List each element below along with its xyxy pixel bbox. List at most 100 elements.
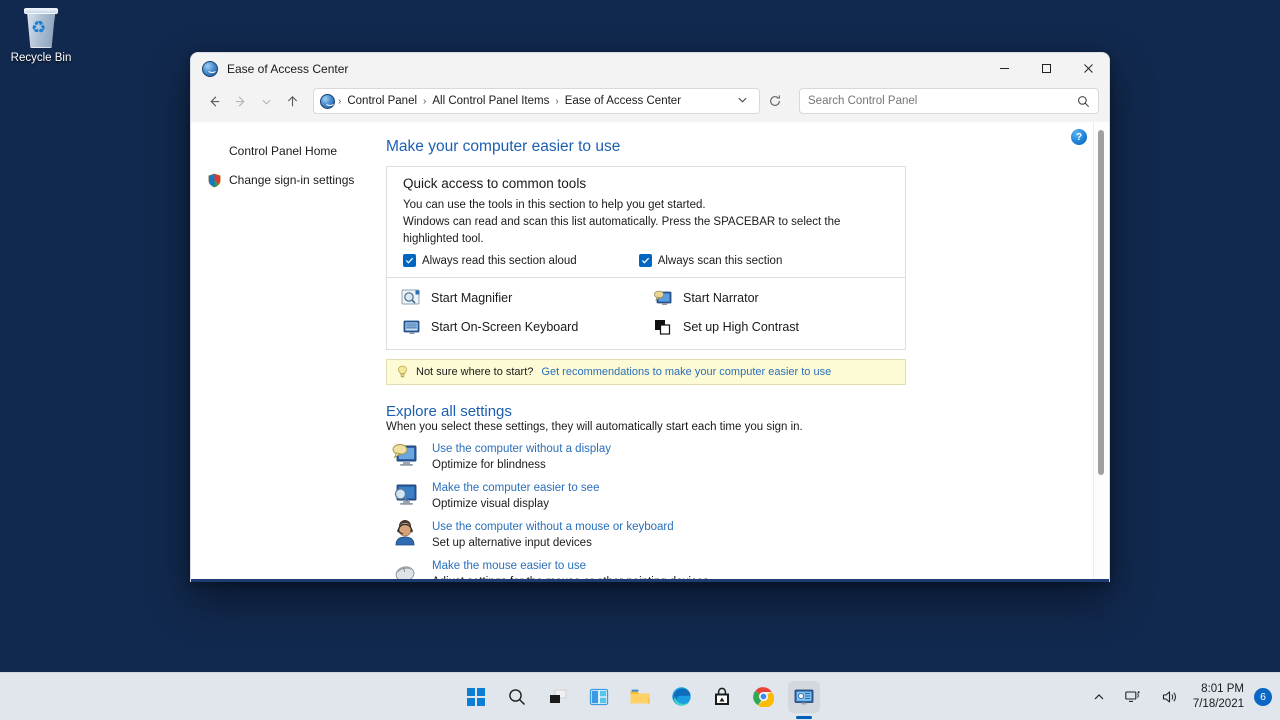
checkmark-icon	[639, 254, 652, 267]
volume-icon[interactable]	[1157, 686, 1183, 708]
task-view-icon[interactable]	[542, 681, 574, 713]
magnifier-icon	[401, 289, 422, 308]
setting-title[interactable]: Use the computer without a display	[432, 441, 611, 457]
shield-icon	[207, 173, 222, 188]
tool-start-narrator[interactable]: Start Narrator	[653, 286, 905, 310]
tool-start-on-screen-keyboard[interactable]: Start On-Screen Keyboard	[401, 315, 653, 339]
lightbulb-icon	[397, 365, 408, 379]
breadcrumb-item-ease-of-access-center[interactable]: Ease of Access Center	[562, 95, 684, 107]
vertical-scrollbar[interactable]	[1093, 122, 1107, 582]
google-chrome-icon[interactable]	[747, 681, 779, 713]
display-speech-icon	[390, 441, 420, 471]
show-hidden-icons-chevron-up-icon[interactable]	[1088, 687, 1110, 707]
start-button[interactable]	[460, 681, 492, 713]
quick-access-tools: Start Magnifier	[387, 278, 905, 349]
up-arrow-icon[interactable]	[279, 88, 305, 114]
sidebar-item-label: Control Panel Home	[229, 144, 337, 158]
desktop: ♻ Recycle Bin Ease of Access Center	[0, 0, 1280, 720]
setting-title[interactable]: Make the computer easier to see	[432, 480, 599, 496]
address-bar-row: › Control Panel › All Control Panel Item…	[191, 84, 1109, 122]
breadcrumb-separator: ›	[335, 96, 344, 107]
file-explorer-icon[interactable]	[624, 681, 656, 713]
scrollbar-thumb[interactable]	[1098, 130, 1104, 475]
sidebar-item-control-panel-home[interactable]: Control Panel Home	[203, 140, 386, 162]
ease-of-access-window: Ease of Access Center	[190, 52, 1110, 582]
search-box[interactable]	[799, 88, 1099, 114]
close-icon[interactable]	[1067, 53, 1109, 84]
tool-label: Start Magnifier	[431, 291, 512, 305]
setting-description: Adjust settings for the mouse or other p…	[432, 574, 709, 582]
recent-locations-chevron-down-icon[interactable]	[253, 88, 279, 114]
widgets-icon[interactable]	[583, 681, 615, 713]
clock-time: 8:01 PM	[1193, 682, 1244, 697]
refresh-icon[interactable]	[762, 88, 788, 114]
window-titlebar[interactable]: Ease of Access Center	[191, 53, 1109, 84]
search-input[interactable]	[808, 95, 1077, 107]
checkmark-icon	[403, 254, 416, 267]
quick-access-panel: Quick access to common tools You can use…	[386, 166, 906, 350]
window-controls	[983, 53, 1109, 84]
sidebar-item-change-sign-in-settings[interactable]: Change sign-in settings	[203, 169, 386, 191]
breadcrumb-chevron-down-icon[interactable]	[730, 94, 755, 108]
ease-of-access-icon	[202, 61, 218, 77]
tool-start-magnifier[interactable]: Start Magnifier	[401, 286, 653, 310]
mouse-icon	[390, 558, 420, 582]
help-icon[interactable]: ?	[1071, 129, 1087, 145]
tool-label: Start Narrator	[683, 291, 759, 305]
tip-text: Not sure where to start?	[416, 366, 533, 378]
network-icon[interactable]	[1120, 686, 1147, 708]
checkbox-always-scan-section[interactable]: Always scan this section	[639, 254, 783, 267]
sidebar: Control Panel Home Change sign-in settin…	[191, 122, 386, 582]
tip-link[interactable]: Get recommendations to make your compute…	[541, 366, 831, 378]
setting-title[interactable]: Use the computer without a mouse or keyb…	[432, 519, 674, 535]
quick-access-checkbox-row: Always read this section aloud Always sc…	[403, 254, 889, 267]
search-taskbar-icon[interactable]	[501, 681, 533, 713]
setting-title[interactable]: Make the mouse easier to use	[432, 558, 709, 574]
clock[interactable]: 8:01 PM 7/18/2021	[1193, 682, 1244, 712]
control-panel-taskbar-icon[interactable]	[788, 681, 820, 713]
forward-arrow-icon[interactable]	[227, 88, 253, 114]
desktop-icon-recycle-bin[interactable]: ♻ Recycle Bin	[6, 6, 76, 65]
recycle-bin-icon: ♻	[18, 6, 64, 50]
main-content: ? Make your computer easier to use Quick…	[386, 122, 1109, 582]
breadcrumb-item-all-control-panel-items[interactable]: All Control Panel Items	[429, 95, 552, 107]
breadcrumb-separator: ›	[420, 96, 429, 107]
setting-use-computer-without-mouse-or-keyboard[interactable]: Use the computer without a mouse or keyb…	[386, 519, 1087, 552]
explore-subtitle: When you select these settings, they wil…	[386, 421, 1087, 433]
page-title: Make your computer easier to use	[386, 138, 1087, 156]
microsoft-store-icon[interactable]	[706, 681, 738, 713]
tool-set-up-high-contrast[interactable]: Set up High Contrast	[653, 315, 905, 339]
onscreen-keyboard-icon	[401, 318, 422, 337]
quick-access-line-2: Windows can read and scan this list auto…	[403, 214, 889, 248]
explore-heading: Explore all settings	[386, 403, 1087, 420]
setting-make-mouse-easier-to-use[interactable]: Make the mouse easier to use Adjust sett…	[386, 558, 1087, 582]
checkbox-label: Always read this section aloud	[422, 255, 577, 267]
notification-badge[interactable]: 6	[1254, 688, 1272, 706]
maximize-icon[interactable]	[1025, 53, 1067, 84]
tool-label: Set up High Contrast	[683, 320, 799, 334]
setting-use-computer-without-display[interactable]: Use the computer without a display Optim…	[386, 441, 1087, 474]
checkbox-always-read-aloud[interactable]: Always read this section aloud	[403, 254, 577, 267]
breadcrumb[interactable]: › Control Panel › All Control Panel Item…	[313, 88, 760, 114]
window-title: Ease of Access Center	[227, 62, 348, 76]
monitor-magnifier-icon	[390, 480, 420, 510]
microsoft-edge-icon[interactable]	[665, 681, 697, 713]
breadcrumb-item-control-panel[interactable]: Control Panel	[344, 95, 420, 107]
window-body: Control Panel Home Change sign-in settin…	[191, 122, 1109, 582]
control-panel-icon	[320, 94, 335, 109]
tool-label: Start On-Screen Keyboard	[431, 320, 578, 334]
system-tray: 8:01 PM 7/18/2021 6	[1088, 677, 1272, 717]
setting-make-computer-easier-to-see[interactable]: Make the computer easier to see Optimize…	[386, 480, 1087, 513]
sidebar-item-label: Change sign-in settings	[229, 173, 354, 187]
high-contrast-icon	[653, 318, 674, 337]
search-icon	[1077, 95, 1090, 108]
setting-description: Optimize visual display	[432, 496, 599, 513]
desktop-icon-label: Recycle Bin	[6, 52, 76, 65]
minimize-icon[interactable]	[983, 53, 1025, 84]
clock-date: 7/18/2021	[1193, 697, 1244, 712]
taskbar-icons	[460, 677, 820, 717]
breadcrumb-separator: ›	[552, 96, 561, 107]
back-arrow-icon[interactable]	[201, 88, 227, 114]
setting-description: Set up alternative input devices	[432, 535, 674, 552]
person-headset-icon	[390, 519, 420, 549]
